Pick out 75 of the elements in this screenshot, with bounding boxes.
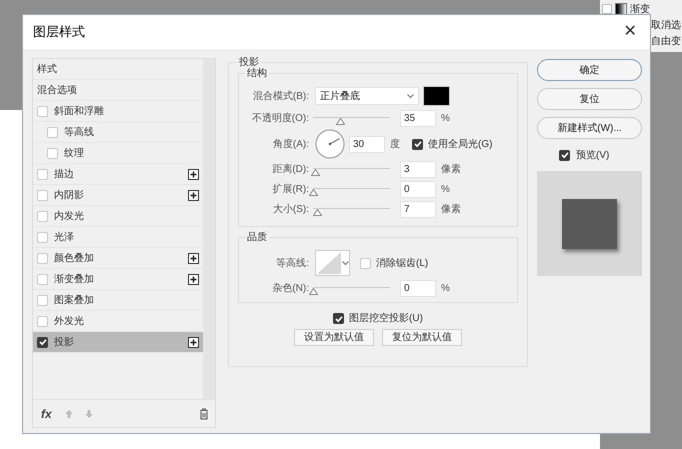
checkbox[interactable]: [37, 294, 48, 306]
add-button[interactable]: [188, 336, 199, 348]
checkbox[interactable]: [37, 316, 48, 326]
field-label: 大小(S):: [272, 202, 309, 217]
close-button[interactable]: ✕: [620, 22, 640, 42]
add-button[interactable]: [188, 274, 199, 284]
default-button[interactable]: 设置为默认值: [294, 329, 374, 346]
checkbox[interactable]: [37, 232, 48, 242]
menu-item[interactable]: 渐变: [630, 2, 650, 16]
slider-thumb[interactable]: [309, 189, 318, 196]
unit-label: %: [441, 282, 450, 296]
slider-thumb[interactable]: [336, 118, 345, 125]
field-label: 混合模式(B):: [252, 90, 309, 104]
field-label: 等高线:: [275, 256, 309, 270]
chevron-down-icon: [407, 94, 414, 98]
contour-curve-icon: [316, 251, 342, 275]
unit-label: %: [441, 183, 450, 197]
checkbox[interactable]: [333, 313, 344, 324]
number-field[interactable]: 0: [400, 181, 436, 198]
style-list-item[interactable]: 投影: [33, 332, 203, 353]
trash-icon[interactable]: [199, 408, 209, 420]
checkbox[interactable]: [47, 148, 58, 158]
checkbox[interactable]: [37, 210, 48, 222]
checkbox[interactable]: [47, 126, 58, 138]
field-label: 杂色(N):: [271, 282, 309, 296]
slider-thumb[interactable]: [311, 169, 320, 176]
unit-label: %: [441, 112, 450, 126]
checkbox-label: 预览(V): [576, 148, 610, 162]
menu-item[interactable]: 取消选: [651, 18, 681, 32]
add-button[interactable]: [188, 190, 199, 200]
slider-thumb[interactable]: [309, 288, 318, 295]
field-label: 距离(D):: [271, 162, 309, 177]
color-swatch[interactable]: [423, 86, 450, 106]
checkbox[interactable]: [37, 336, 48, 348]
dialog-button[interactable]: 确定: [537, 59, 642, 81]
default-button[interactable]: 复位为默认值: [382, 329, 462, 346]
chevron-down-icon: [342, 260, 349, 266]
menu-item[interactable]: 自由变: [651, 34, 681, 48]
checkbox[interactable]: [37, 274, 48, 284]
field-label: 不透明度(O):: [250, 112, 309, 126]
number-field[interactable]: 30: [349, 136, 385, 152]
dialog-button[interactable]: 复位: [537, 88, 642, 110]
gradient-icon: [615, 3, 627, 15]
window-title: 图层样式: [33, 23, 85, 42]
arrow-up-icon[interactable]: [64, 408, 74, 418]
number-field[interactable]: 35: [400, 110, 436, 127]
number-field[interactable]: 0: [400, 280, 436, 297]
checkbox[interactable]: [37, 106, 48, 116]
dialog-button[interactable]: 新建样式(W)...: [537, 117, 642, 139]
field-label: 扩展(R):: [271, 182, 309, 197]
dropdown[interactable]: 正片叠底: [315, 87, 419, 105]
unit-label: 像素: [441, 162, 461, 177]
add-button[interactable]: [188, 168, 199, 180]
checkbox[interactable]: [602, 4, 612, 14]
checkbox-label: 图层挖空投影(U): [349, 312, 423, 326]
checkbox-label: 消除锯齿(L): [376, 256, 428, 270]
checkbox[interactable]: [412, 138, 423, 150]
arrow-down-icon[interactable]: [84, 408, 94, 418]
checkbox[interactable]: [37, 252, 48, 264]
number-field[interactable]: 7: [400, 201, 436, 218]
checkbox[interactable]: [37, 168, 48, 180]
checkbox[interactable]: [37, 190, 48, 200]
checkbox[interactable]: [360, 258, 371, 268]
shadow-preview-square: [562, 198, 617, 248]
slider-thumb[interactable]: [312, 209, 322, 216]
add-button[interactable]: [188, 252, 199, 264]
unit-label: 度: [390, 138, 400, 152]
field-label: 角度(A):: [272, 138, 309, 152]
unit-label: 像素: [441, 202, 461, 217]
fx-button[interactable]: fx: [39, 404, 54, 422]
contour-picker[interactable]: [315, 250, 350, 276]
number-field[interactable]: 3: [400, 161, 436, 178]
checkbox-label: 使用全局光(G): [428, 138, 492, 152]
angle-dial[interactable]: [315, 129, 345, 159]
checkbox[interactable]: [559, 150, 570, 160]
